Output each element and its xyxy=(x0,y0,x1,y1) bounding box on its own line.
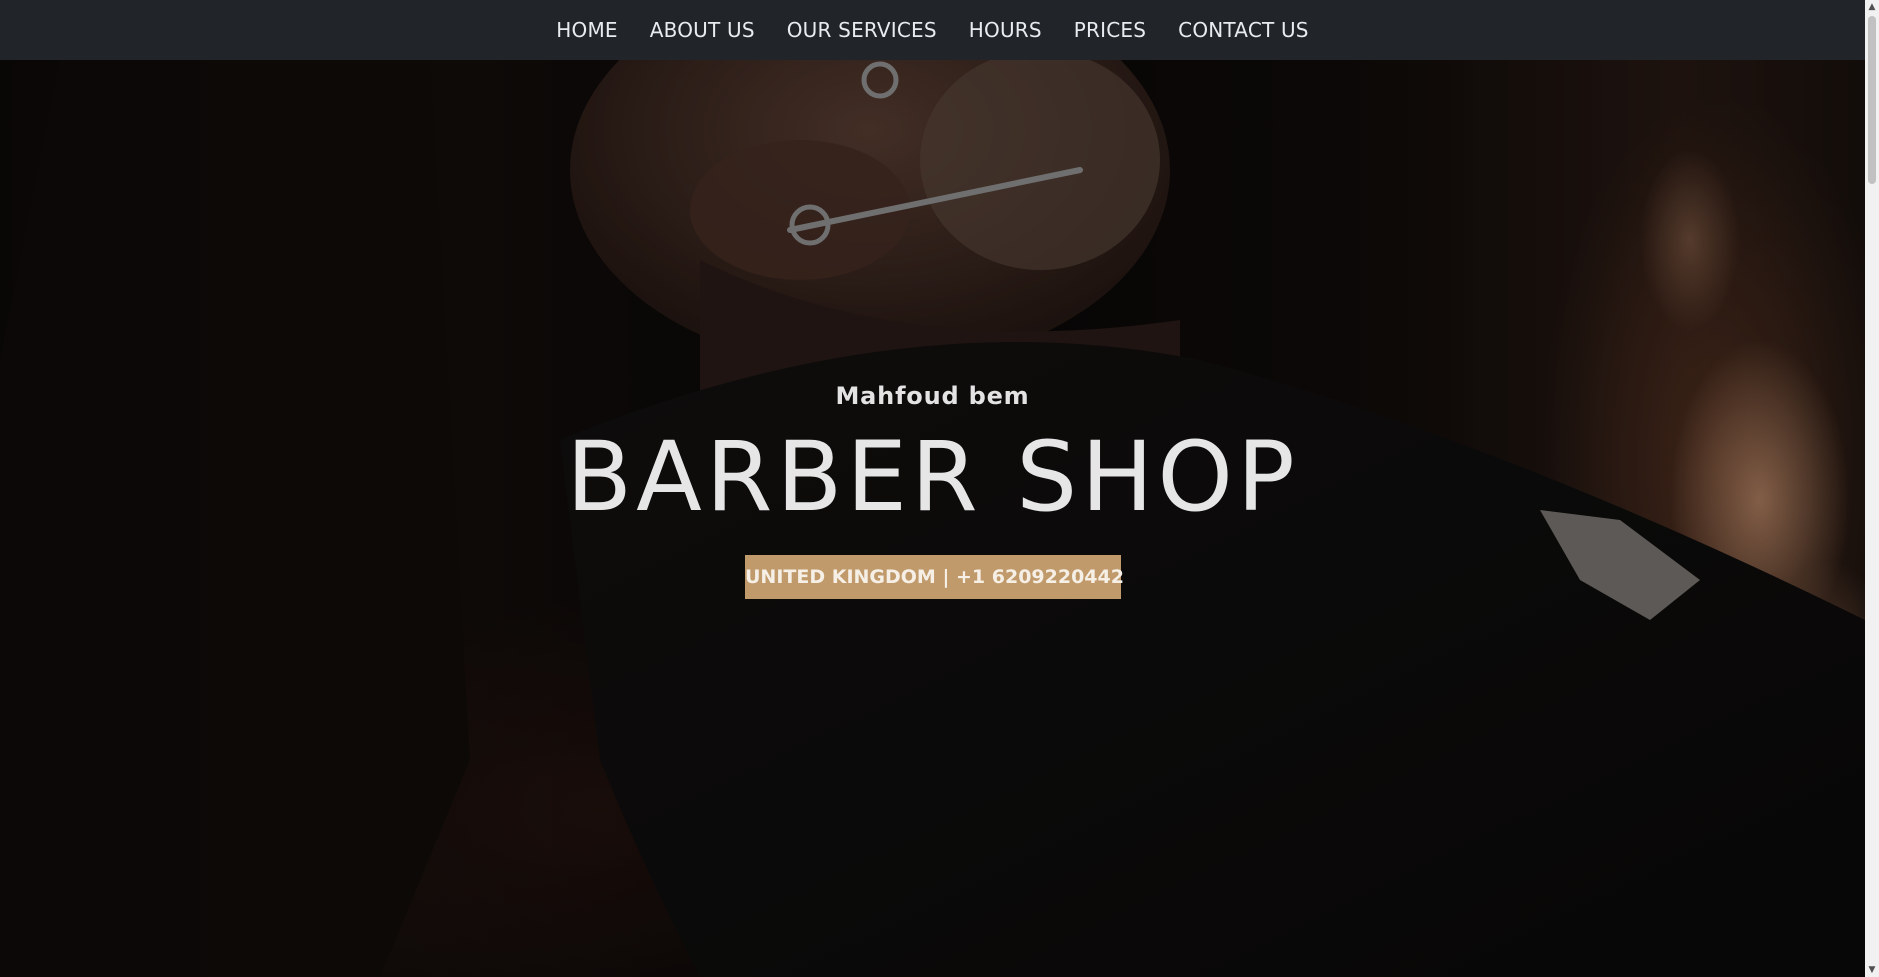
hero-section: Mahfoud bem BARBER SHOP UNITED KINGDOM |… xyxy=(0,60,1865,977)
top-navbar: HOME ABOUT US OUR SERVICES HOURS PRICES … xyxy=(0,0,1865,60)
nav-item-contact-us[interactable]: CONTACT US xyxy=(1162,18,1325,42)
nav-item-about-us[interactable]: ABOUT US xyxy=(634,18,771,42)
nav-item-prices[interactable]: PRICES xyxy=(1058,18,1162,42)
nav-item-our-services[interactable]: OUR SERVICES xyxy=(771,18,953,42)
scroll-thumb[interactable] xyxy=(1868,16,1876,184)
scroll-down-arrow-icon[interactable]: ▼ xyxy=(1865,963,1879,977)
nav-item-hours[interactable]: HOURS xyxy=(953,18,1058,42)
nav-item-home[interactable]: HOME xyxy=(540,18,633,42)
hero-title: BARBER SHOP xyxy=(566,421,1299,533)
hero-content: Mahfoud bem BARBER SHOP UNITED KINGDOM |… xyxy=(0,60,1865,977)
hero-subtitle: Mahfoud bem xyxy=(835,382,1030,410)
nav-list: HOME ABOUT US OUR SERVICES HOURS PRICES … xyxy=(540,18,1324,42)
vertical-scrollbar[interactable]: ▲ ▼ xyxy=(1865,0,1879,977)
scroll-up-arrow-icon[interactable]: ▲ xyxy=(1865,0,1879,14)
page: HOME ABOUT US OUR SERVICES HOURS PRICES … xyxy=(0,0,1879,977)
location-phone-badge: UNITED KINGDOM | +1 6209220442 xyxy=(745,555,1124,599)
